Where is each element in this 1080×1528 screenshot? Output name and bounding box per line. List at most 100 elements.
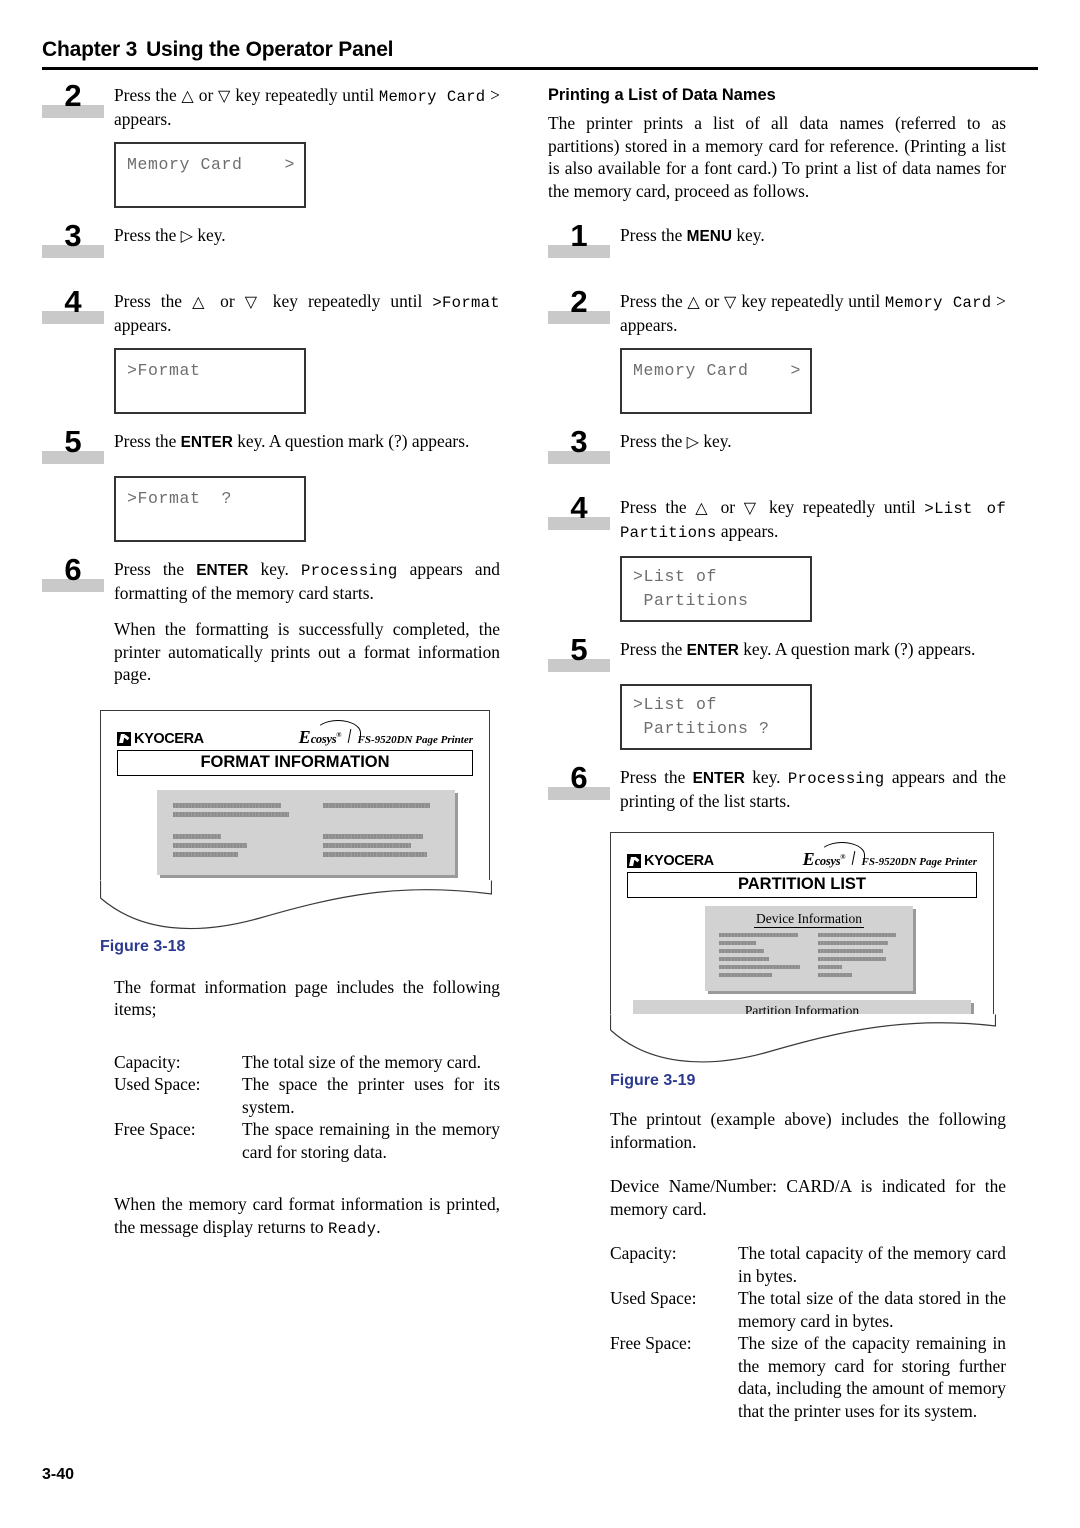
definition-row: Capacity: The total size of the memory c… (114, 1051, 500, 1074)
display-value: Processing (787, 770, 885, 788)
chapter-number: Chapter 3 (42, 38, 138, 61)
ecosys-logo: Ecosys® (802, 842, 865, 869)
definition-row: Free Space: The space remaining in the m… (114, 1118, 500, 1163)
display-value: Memory Card (884, 294, 992, 312)
definition-description: The total size of the data stored in the… (738, 1288, 1006, 1331)
chapter-title: Using the Operator Panel (146, 38, 394, 61)
lcd-line-1: >List of (633, 567, 718, 586)
display-value: Partitions (620, 524, 717, 542)
definition-list-partition: Capacity: The total capacity of the memo… (610, 1242, 1006, 1422)
definition-row: Used Space: The space the printer uses f… (114, 1073, 500, 1118)
definition-row: Free Space: The size of the capacity rem… (610, 1332, 1006, 1422)
step-text: Press the ▷ key. (620, 430, 1006, 454)
step-text-part: key. A question mark (?) appears. (738, 639, 976, 659)
printout-sheet: KYOCERA Ecosys® FS-9520DN Page Printer P… (610, 832, 994, 1014)
printout-title: FORMAT INFORMATION (117, 749, 473, 776)
placeholder-line (818, 957, 887, 961)
torn-edge-wave (100, 880, 492, 929)
definition-row: Capacity: The total capacity of the memo… (610, 1242, 1006, 1287)
printout-right-logos: Ecosys® FS-9520DN Page Printer (802, 842, 977, 869)
kyocera-logo: KYOCERA (117, 731, 204, 747)
step-number-badge: 6 (42, 554, 108, 594)
triangle-up-icon: △ (181, 88, 195, 105)
kyocera-wordmark: KYOCERA (644, 853, 714, 869)
triangle-right-icon: ▷ (180, 228, 193, 245)
lcd-display: Memory Card > (114, 142, 306, 208)
step-1: 1 Press the MENU key. (548, 220, 1006, 258)
step-text: Press the △ or ▽ key repeatedly until Me… (114, 84, 500, 130)
step-2: 2 Press the △ or ▽ key repeatedly until … (42, 80, 500, 130)
placeholder-line (173, 802, 281, 808)
definition-term: Free Space: (114, 1119, 196, 1139)
step-text-part: Press the (114, 225, 181, 245)
lcd-display: >List of Partitions ? (620, 684, 812, 750)
display-value: >Format (432, 294, 500, 312)
placeholder-line (173, 842, 248, 848)
step-number-text: 5 (64, 424, 82, 459)
step-number-text: 4 (64, 284, 82, 319)
step-5: 5 Press the ENTER key. A question mark (… (548, 634, 1006, 674)
header-rule (42, 67, 1038, 70)
triangle-down-icon: ▽ (244, 294, 263, 311)
step-text: Press the △ or ▽ key repeatedly until >L… (620, 496, 1006, 544)
printout-sheet: KYOCERA Ecosys® FS-9520DN Page Printer F… (100, 709, 490, 880)
kyocera-logo: KYOCERA (627, 853, 714, 869)
step-text: Press the MENU key. (620, 224, 1006, 248)
step-text: Press the ENTER key. Processing appears … (114, 558, 500, 604)
step-text-part: or (210, 291, 245, 311)
key-label: MENU (686, 228, 732, 245)
paragraph-ready-message: When the memory card format information … (114, 1193, 500, 1240)
step-number-badge: 6 (548, 762, 614, 802)
lcd-display: >Format ? (114, 476, 306, 542)
definition-description: The space remaining in the memory card f… (242, 1119, 500, 1162)
step-text-part: key. (732, 225, 765, 245)
placeholder-line (818, 973, 853, 977)
figure-caption: Figure 3-18 (100, 937, 186, 955)
ecosys-logo: Ecosys® (298, 719, 361, 747)
paragraph-part: When the memory card format information … (114, 1194, 500, 1237)
step-number-badge: 5 (42, 426, 108, 466)
step-text-part: key. (192, 225, 226, 245)
printer-model: FS-9520DN Page Printer (357, 733, 474, 746)
step-text-part: Press the (620, 767, 693, 787)
lcd-line-2: Partitions (633, 591, 749, 610)
ecosys-e: E (802, 849, 815, 869)
step-text-part: key repeatedly until (262, 291, 433, 311)
triangle-down-icon: ▽ (743, 500, 761, 517)
manual-page: Chapter 3 Using the Operator Panel 2 Pres… (0, 0, 1080, 1528)
step-text: Press the ENTER key. A question mark (?)… (620, 638, 1006, 662)
device-information-label: Device Information (753, 911, 865, 928)
definition-description: The size of the capacity remaining in th… (738, 1333, 1006, 1421)
placeholder-line (323, 851, 428, 857)
lcd-display: >List of Partitions (620, 556, 812, 622)
step-text-part: Press the (114, 431, 181, 451)
step-text-part: Press the (114, 559, 197, 579)
step-6: 6 Press the ENTER key. Processing appear… (42, 554, 500, 604)
placeholder-line (818, 965, 843, 969)
step-text: Press the △ or ▽ key repeatedly until Me… (620, 290, 1006, 336)
placeholder-line (173, 851, 238, 857)
step-text-part: key repeatedly until (760, 497, 925, 517)
lcd-display: Memory Card > (620, 348, 812, 414)
triangle-up-icon: △ (695, 500, 712, 517)
placeholder-line (173, 811, 289, 817)
step-text-part: Press the (620, 291, 688, 311)
step-4: 4 Press the △ or ▽ key repeatedly until … (548, 492, 1006, 544)
definition-term: Capacity: (114, 1051, 181, 1072)
step-number-text: 5 (570, 632, 588, 667)
step-number-badge: 5 (548, 634, 614, 674)
placeholder-line (818, 941, 888, 945)
step-text: Press the ENTER key. A question mark (?)… (114, 430, 500, 454)
triangle-up-icon: △ (192, 294, 211, 311)
ecosys-e: E (298, 726, 311, 747)
step-number-text: 1 (570, 218, 588, 253)
step-text-part: key. (248, 559, 301, 579)
definition-description: The total capacity of the memory card in… (738, 1243, 1006, 1286)
display-value: Ready (327, 1219, 377, 1238)
figure-caption: Figure 3-19 (610, 1072, 696, 1089)
right-column: Printing a List of Data Names The printe… (548, 86, 1006, 1422)
paragraph-format-complete: When the formatting is successfully comp… (114, 619, 500, 684)
sheet-content: KYOCERA Ecosys® FS-9520DN Page Printer P… (611, 833, 993, 1014)
placeholder-line (719, 933, 799, 937)
placeholder-line (719, 965, 800, 969)
